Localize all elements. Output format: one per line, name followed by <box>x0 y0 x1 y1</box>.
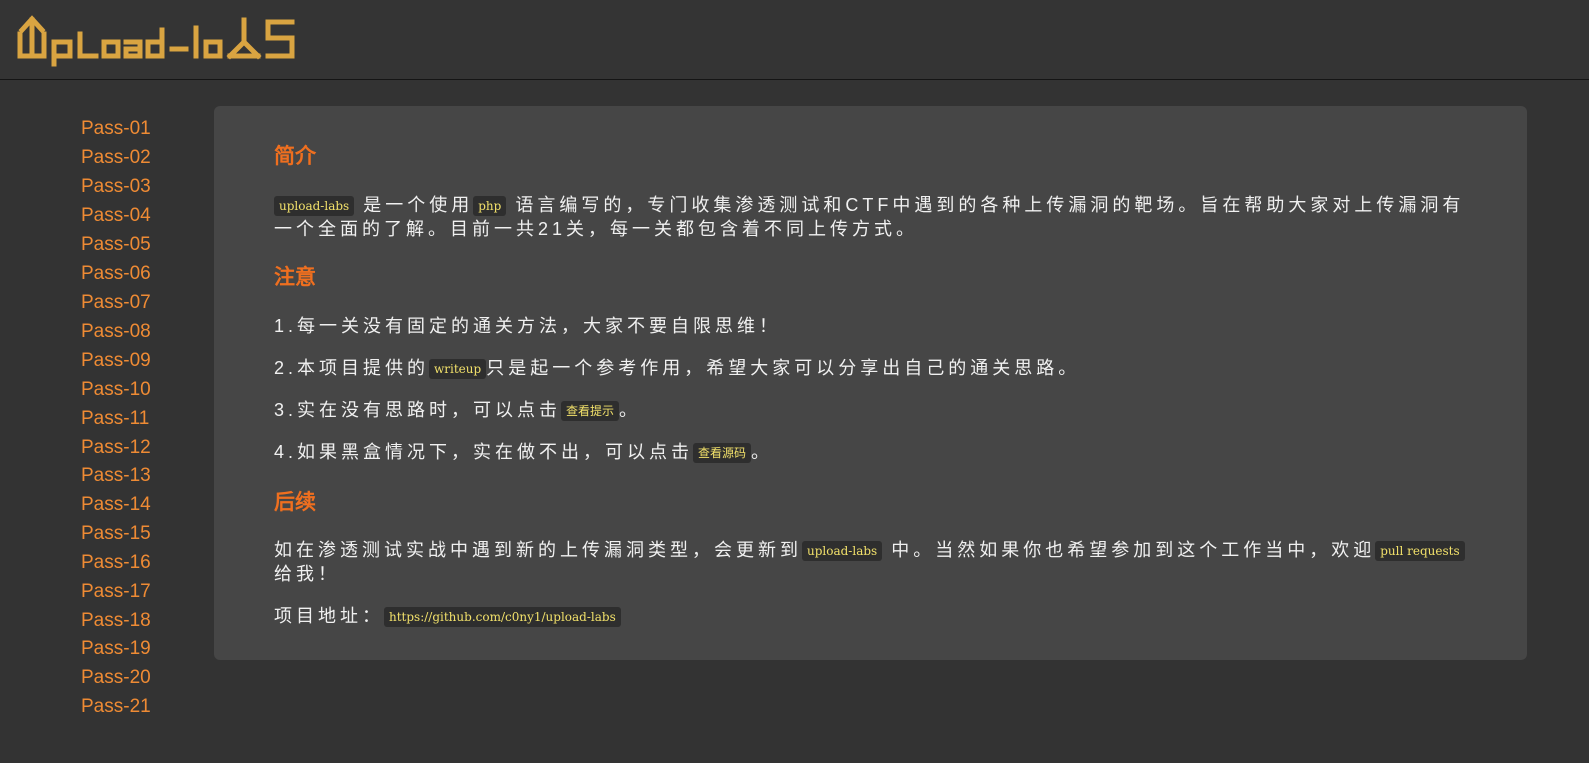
upload-labs-logo[interactable] <box>14 12 304 73</box>
sidebar-item-pass-21[interactable]: Pass-21 <box>81 696 151 718</box>
sidebar-item-pass-05[interactable]: Pass-05 <box>81 234 151 256</box>
code-pull-requests: pull requests <box>1375 541 1465 562</box>
notice-item-2-post: 只是起一个参考作用，希望大家可以分享出自己的通关思路。 <box>486 358 1081 378</box>
sidebar-item-pass-18[interactable]: Pass-18 <box>81 610 151 632</box>
notice-item-4: 4.如果黑盒情况下，实在做不出，可以点击 查看源码。 <box>274 440 1474 464</box>
followup-paragraph: 如在渗透测试实战中遇到新的上传漏洞类型，会更新到 upload-labs 中。当然… <box>274 538 1474 586</box>
project-url-link[interactable]: https://github.com/c0ny1/upload-labs <box>384 607 621 628</box>
sidebar-item-pass-08[interactable]: Pass-08 <box>81 321 151 343</box>
intro-heading: 简介 <box>274 145 316 168</box>
intro-paragraph: upload-labs 是一个使用 php 语言编写的，专门收集渗透测试和CTF中… <box>274 193 1474 241</box>
sidebar-item-pass-04[interactable]: Pass-04 <box>81 205 151 227</box>
sidebar-item-pass-12[interactable]: Pass-12 <box>81 437 151 459</box>
notice-item-1: 1.每一关没有固定的通关方法，大家不要自限思维！ <box>274 316 782 336</box>
intro-text-1: 是一个使用 <box>363 195 474 215</box>
notice-item-4-post: 。 <box>751 442 774 462</box>
sidebar-item-pass-09[interactable]: Pass-09 <box>81 350 151 372</box>
followup-text-3: 给我！ <box>274 564 340 584</box>
code-upload-labs: upload-labs <box>274 196 355 217</box>
main-content: 简介 upload-labs 是一个使用 php 语言编写的，专门收集渗透测试和C… <box>214 106 1527 660</box>
code-writeup: writeup <box>429 359 487 380</box>
sidebar-item-pass-03[interactable]: Pass-03 <box>81 176 151 198</box>
sidebar-item-pass-13[interactable]: Pass-13 <box>81 465 151 487</box>
sidebar-item-pass-15[interactable]: Pass-15 <box>81 523 151 545</box>
sidebar-item-pass-06[interactable]: Pass-06 <box>81 263 151 285</box>
notice-item-3-post: 。 <box>619 400 642 420</box>
sidebar-item-pass-07[interactable]: Pass-07 <box>81 292 151 314</box>
notice-item-2-pre: 2.本项目提供的 <box>274 358 430 378</box>
followup-heading: 后续 <box>274 491 316 514</box>
sidebar-item-pass-11[interactable]: Pass-11 <box>81 408 149 430</box>
sidebar-item-pass-02[interactable]: Pass-02 <box>81 147 151 169</box>
followup-text-2: 中。当然如果你也希望参加到这个工作当中，欢迎 <box>891 540 1376 560</box>
view-source-button[interactable]: 查看源码 <box>693 443 752 464</box>
code-upload-labs-2: upload-labs <box>802 541 883 562</box>
notice-heading: 注意 <box>274 266 316 289</box>
sidebar-item-pass-10[interactable]: Pass-10 <box>81 379 151 401</box>
notice-item-4-pre: 4.如果黑盒情况下，实在做不出，可以点击 <box>274 442 694 462</box>
sidebar-item-pass-20[interactable]: Pass-20 <box>81 667 151 689</box>
code-php: php <box>473 196 507 217</box>
notice-item-3: 3.实在没有思路时，可以点击 查看提示。 <box>274 398 1474 422</box>
sidebar-item-pass-19[interactable]: Pass-19 <box>81 638 151 660</box>
notice-item-2: 2.本项目提供的 writeup 只是起一个参考作用，希望大家可以分享出自己的通关思… <box>274 356 1474 380</box>
sidebar-item-pass-01[interactable]: Pass-01 <box>81 118 151 140</box>
header <box>0 0 1589 80</box>
sidebar-item-pass-17[interactable]: Pass-17 <box>81 581 151 603</box>
followup-text-1: 如在渗透测试实战中遇到新的上传漏洞类型，会更新到 <box>274 540 802 560</box>
sidebar-item-pass-14[interactable]: Pass-14 <box>81 494 151 516</box>
project-address: 项目地址： https://github.com/c0ny1/upload-lab… <box>274 604 1474 628</box>
sidebar-item-pass-16[interactable]: Pass-16 <box>81 552 151 574</box>
view-hint-button[interactable]: 查看提示 <box>561 401 620 422</box>
notice-item-3-pre: 3.实在没有思路时，可以点击 <box>274 400 562 420</box>
project-address-label: 项目地址： <box>274 606 384 626</box>
